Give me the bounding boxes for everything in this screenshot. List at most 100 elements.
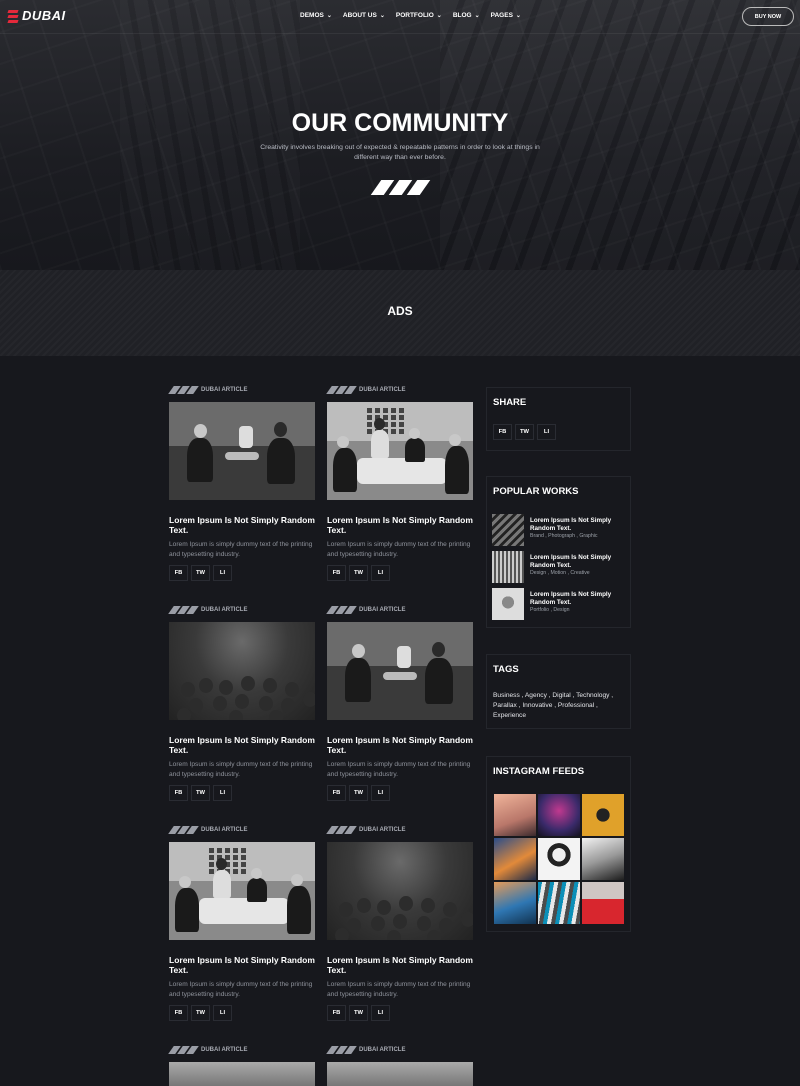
logo-icon xyxy=(7,9,19,23)
instagram-photo[interactable] xyxy=(538,838,580,880)
share-buttons: FB TW LI xyxy=(493,424,556,440)
slashes-icon xyxy=(326,386,357,394)
article-card: DUBAI ARTICLE Lorem Ipsum Is Not Simply R… xyxy=(168,826,315,1026)
page-title: OUR COMMUNITY xyxy=(291,109,509,137)
article-title[interactable]: Lorem Ipsum Is Not Simply Random Text. xyxy=(327,955,473,975)
popular-work-thumbnail xyxy=(492,514,524,546)
article-image[interactable] xyxy=(327,1062,473,1086)
menu-item-portfolio[interactable]: PORTFOLIO ⌄ xyxy=(396,12,442,19)
chevron-down-icon: ⌄ xyxy=(515,13,521,19)
article-share-buttons: FB TW LI xyxy=(169,565,232,581)
instagram-photo[interactable] xyxy=(582,838,624,880)
article-share-buttons: FB TW LI xyxy=(169,1005,232,1021)
article-image[interactable] xyxy=(169,842,315,940)
instagram-photo[interactable] xyxy=(582,882,624,924)
slashes-decoration-icon xyxy=(370,180,431,195)
article-category: DUBAI ARTICLE xyxy=(326,1046,405,1054)
article-category: DUBAI ARTICLE xyxy=(168,386,247,394)
popular-work-thumbnail xyxy=(492,588,524,620)
article-title[interactable]: Lorem Ipsum Is Not Simply Random Text. xyxy=(327,515,473,535)
article-excerpt: Lorem Ipsum is simply dummy text of the … xyxy=(169,541,313,558)
instagram-photo[interactable] xyxy=(582,794,624,836)
article-excerpt: Lorem Ipsum is simply dummy text of the … xyxy=(327,761,471,778)
share-twitter-button[interactable]: TW xyxy=(349,785,368,801)
popular-work-item[interactable]: Lorem Ipsum Is Not Simply Random Text. P… xyxy=(492,588,630,620)
article-image[interactable] xyxy=(327,402,473,500)
share-linkedin-button[interactable]: LI xyxy=(213,565,232,581)
article-title[interactable]: Lorem Ipsum Is Not Simply Random Text. xyxy=(169,955,315,975)
slashes-icon xyxy=(326,1046,357,1054)
article-category: DUBAI ARTICLE xyxy=(326,826,405,834)
instagram-photo[interactable] xyxy=(494,794,536,836)
slashes-icon xyxy=(168,606,199,614)
menu-item-demos[interactable]: DEMOS ⌄ xyxy=(300,12,332,19)
share-linkedin-button[interactable]: LI xyxy=(537,424,556,440)
popular-work-item[interactable]: Lorem Ipsum Is Not Simply Random Text. D… xyxy=(492,551,630,583)
article-category: DUBAI ARTICLE xyxy=(326,606,405,614)
article-card: DUBAI ARTICLE xyxy=(168,1046,315,1086)
popular-works-widget: POPULAR WORKS Lorem Ipsum Is Not Simply … xyxy=(486,476,631,628)
share-twitter-button[interactable]: TW xyxy=(191,1005,210,1021)
chevron-down-icon: ⌄ xyxy=(326,13,332,19)
article-category: DUBAI ARTICLE xyxy=(168,1046,247,1054)
article-image[interactable] xyxy=(169,402,315,500)
share-facebook-button[interactable]: FB xyxy=(169,1005,188,1021)
logo-text: DUBAI xyxy=(22,8,66,23)
article-excerpt: Lorem Ipsum is simply dummy text of the … xyxy=(327,981,471,998)
article-share-buttons: FB TW LI xyxy=(327,785,390,801)
page-subtitle: Creativity involves breaking out of expe… xyxy=(260,144,540,161)
share-linkedin-button[interactable]: LI xyxy=(371,785,390,801)
main-menu: DEMOS ⌄ ABOUT US ⌄ PORTFOLIO ⌄ BLOG ⌄ PAGES ⌄ xyxy=(300,12,521,19)
menu-item-blog[interactable]: BLOG ⌄ xyxy=(453,12,480,19)
share-linkedin-button[interactable]: LI xyxy=(213,785,232,801)
popular-work-thumbnail xyxy=(492,551,524,583)
share-facebook-button[interactable]: FB xyxy=(169,565,188,581)
chevron-down-icon: ⌄ xyxy=(474,13,480,19)
article-card: DUBAI ARTICLE Lorem Ipsum Is Not Simply R… xyxy=(326,606,473,806)
share-linkedin-button[interactable]: LI xyxy=(213,1005,232,1021)
buy-now-button[interactable]: BUY NOW xyxy=(742,7,794,26)
share-linkedin-button[interactable]: LI xyxy=(371,1005,390,1021)
article-image[interactable] xyxy=(327,842,473,940)
menu-item-pages[interactable]: PAGES ⌄ xyxy=(491,12,521,19)
slashes-icon xyxy=(168,1046,199,1054)
article-category: DUBAI ARTICLE xyxy=(168,826,247,834)
tags-list[interactable]: Business , Agency , Digital , Technology… xyxy=(493,691,629,721)
instagram-photo[interactable] xyxy=(494,882,536,924)
tags-title: TAGS xyxy=(493,664,519,675)
article-title[interactable]: Lorem Ipsum Is Not Simply Random Text. xyxy=(169,735,315,755)
article-share-buttons: FB TW LI xyxy=(327,565,390,581)
share-facebook-button[interactable]: FB xyxy=(169,785,188,801)
chevron-down-icon: ⌄ xyxy=(379,13,385,19)
share-facebook-button[interactable]: FB xyxy=(327,785,346,801)
instagram-widget: INSTAGRAM FEEDS xyxy=(486,756,631,932)
share-facebook-button[interactable]: FB xyxy=(327,1005,346,1021)
logo[interactable]: DUBAI xyxy=(7,8,66,23)
share-facebook-button[interactable]: FB xyxy=(493,424,512,440)
share-twitter-button[interactable]: TW xyxy=(515,424,534,440)
article-image[interactable] xyxy=(169,622,315,720)
slashes-icon xyxy=(326,826,357,834)
instagram-photo[interactable] xyxy=(538,794,580,836)
menu-item-about-us[interactable]: ABOUT US ⌄ xyxy=(343,12,385,19)
share-facebook-button[interactable]: FB xyxy=(327,565,346,581)
article-share-buttons: FB TW LI xyxy=(169,785,232,801)
article-excerpt: Lorem Ipsum is simply dummy text of the … xyxy=(327,541,471,558)
article-share-buttons: FB TW LI xyxy=(327,1005,390,1021)
instagram-photo[interactable] xyxy=(538,882,580,924)
instagram-photo[interactable] xyxy=(494,838,536,880)
article-title[interactable]: Lorem Ipsum Is Not Simply Random Text. xyxy=(169,515,315,535)
instagram-grid xyxy=(494,794,624,924)
share-linkedin-button[interactable]: LI xyxy=(371,565,390,581)
share-twitter-button[interactable]: TW xyxy=(349,565,368,581)
article-title[interactable]: Lorem Ipsum Is Not Simply Random Text. xyxy=(327,735,473,755)
popular-works-title: POPULAR WORKS xyxy=(493,486,579,497)
tags-widget: TAGS Business , Agency , Digital , Techn… xyxy=(486,654,631,729)
popular-work-item[interactable]: Lorem Ipsum Is Not Simply Random Text. B… xyxy=(492,514,630,546)
article-image[interactable] xyxy=(169,1062,315,1086)
share-twitter-button[interactable]: TW xyxy=(349,1005,368,1021)
article-image[interactable] xyxy=(327,622,473,720)
share-twitter-button[interactable]: TW xyxy=(191,565,210,581)
slashes-icon xyxy=(326,606,357,614)
share-twitter-button[interactable]: TW xyxy=(191,785,210,801)
